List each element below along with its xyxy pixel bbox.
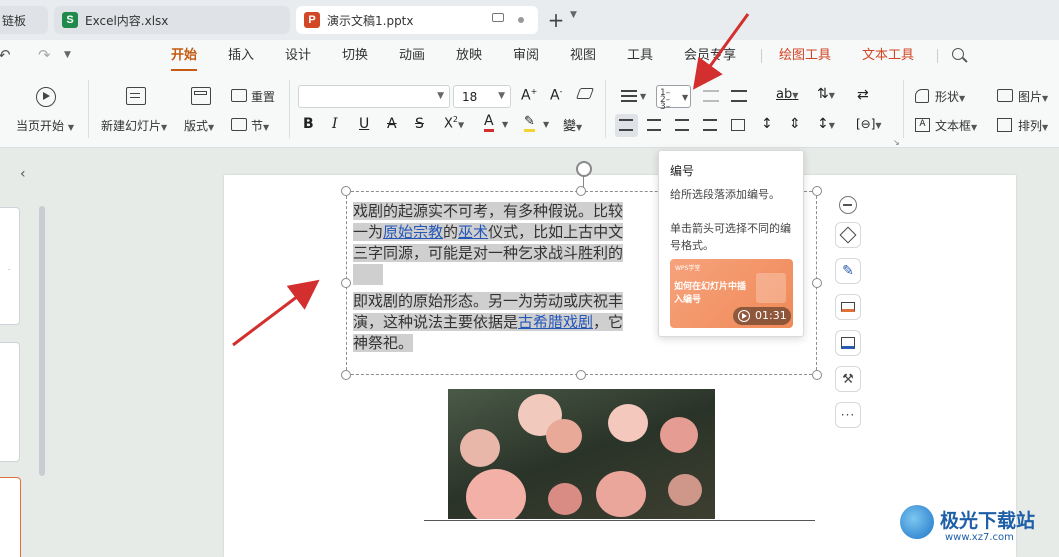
watermark-name: 极光下载站 — [940, 510, 1036, 532]
watermark-logo-icon — [900, 505, 934, 539]
watermark-url: www.xz7.com — [945, 532, 1014, 543]
annotation-arrows — [232, 13, 750, 347]
arrow-to-numbering — [692, 13, 750, 90]
arrow-to-text — [232, 279, 320, 347]
